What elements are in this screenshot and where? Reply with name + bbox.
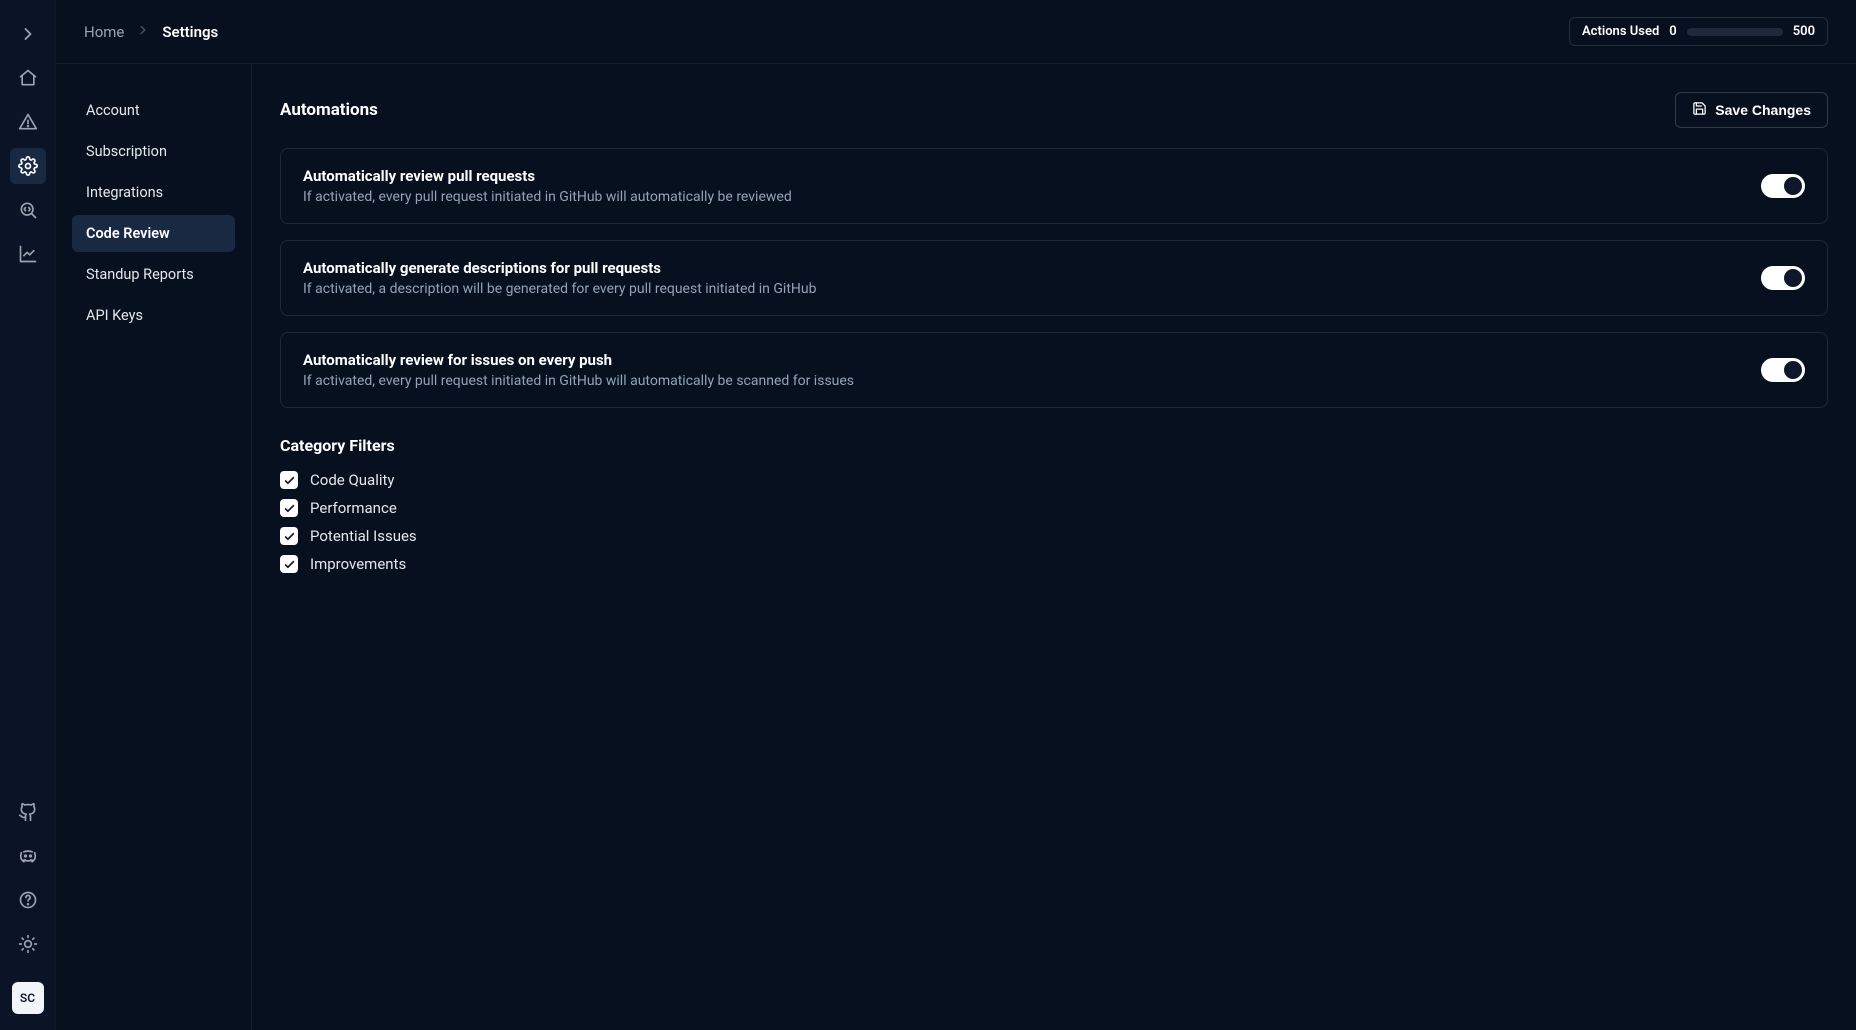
collapse-icon[interactable] (10, 16, 46, 52)
filter-checkbox[interactable] (280, 499, 298, 517)
filter-checkbox[interactable] (280, 471, 298, 489)
automation-toggle[interactable] (1761, 266, 1805, 290)
filter-label: Performance (310, 499, 397, 517)
automation-desc: If activated, every pull request initiat… (303, 373, 854, 389)
content: Automations Save Changes Automatically r… (252, 64, 1856, 1030)
actions-used-value: 0 (1669, 24, 1676, 39)
filter-checkbox[interactable] (280, 527, 298, 545)
discord-icon[interactable] (10, 838, 46, 874)
filter-row: Potential Issues (280, 527, 1828, 545)
automation-card: Automatically review pull requests If ac… (280, 148, 1828, 224)
automation-toggle[interactable] (1761, 174, 1805, 198)
chevron-right-icon (136, 23, 150, 41)
actions-used-widget[interactable]: Actions Used 0 500 (1569, 17, 1828, 46)
automation-title: Automatically review pull requests (303, 167, 792, 185)
actions-used-max: 500 (1793, 24, 1815, 39)
automation-card: Automatically review for issues on every… (280, 332, 1828, 408)
automation-desc: If activated, every pull request initiat… (303, 189, 792, 205)
sidebar-item-code-review[interactable]: Code Review (72, 215, 235, 252)
sun-icon[interactable] (10, 926, 46, 962)
filter-label: Improvements (310, 555, 406, 573)
save-button[interactable]: Save Changes (1675, 92, 1828, 128)
sidebar-item-account[interactable]: Account (72, 92, 235, 129)
sidebar-item-integrations[interactable]: Integrations (72, 174, 235, 211)
gear-icon[interactable] (10, 148, 46, 184)
filter-row: Performance (280, 499, 1828, 517)
sidebar-item-api-keys[interactable]: API Keys (72, 297, 235, 334)
main-area: Home Settings Actions Used 0 500 Account… (56, 0, 1856, 1030)
category-filters-title: Category Filters (280, 436, 1828, 455)
automation-title: Automatically generate descriptions for … (303, 259, 816, 277)
automations-title: Automations (280, 100, 378, 120)
automation-desc: If activated, a description will be gene… (303, 281, 816, 297)
actions-used-label: Actions Used (1582, 24, 1659, 39)
automation-toggle[interactable] (1761, 358, 1805, 382)
automation-title: Automatically review for issues on every… (303, 351, 854, 369)
breadcrumb-home[interactable]: Home (84, 23, 124, 41)
breadcrumb: Home Settings (84, 23, 218, 41)
breadcrumb-current: Settings (162, 23, 218, 41)
avatar[interactable]: SC (12, 982, 44, 1014)
settings-sidebar: Account Subscription Integrations Code R… (56, 64, 252, 1030)
sidebar-item-standup-reports[interactable]: Standup Reports (72, 256, 235, 293)
filter-label: Code Quality (310, 471, 395, 489)
github-icon[interactable] (10, 794, 46, 830)
icon-rail: SC (0, 0, 56, 1030)
filter-checkbox[interactable] (280, 555, 298, 573)
save-icon (1692, 101, 1707, 119)
filter-row: Code Quality (280, 471, 1828, 489)
home-icon[interactable] (10, 60, 46, 96)
search-code-icon[interactable] (10, 192, 46, 228)
help-icon[interactable] (10, 882, 46, 918)
sidebar-item-subscription[interactable]: Subscription (72, 133, 235, 170)
warning-icon[interactable] (10, 104, 46, 140)
filter-row: Improvements (280, 555, 1828, 573)
automation-card: Automatically generate descriptions for … (280, 240, 1828, 316)
filter-label: Potential Issues (310, 527, 417, 545)
chart-icon[interactable] (10, 236, 46, 272)
actions-progress-bar (1687, 28, 1783, 36)
header: Home Settings Actions Used 0 500 (56, 0, 1856, 64)
save-button-label: Save Changes (1715, 102, 1811, 118)
